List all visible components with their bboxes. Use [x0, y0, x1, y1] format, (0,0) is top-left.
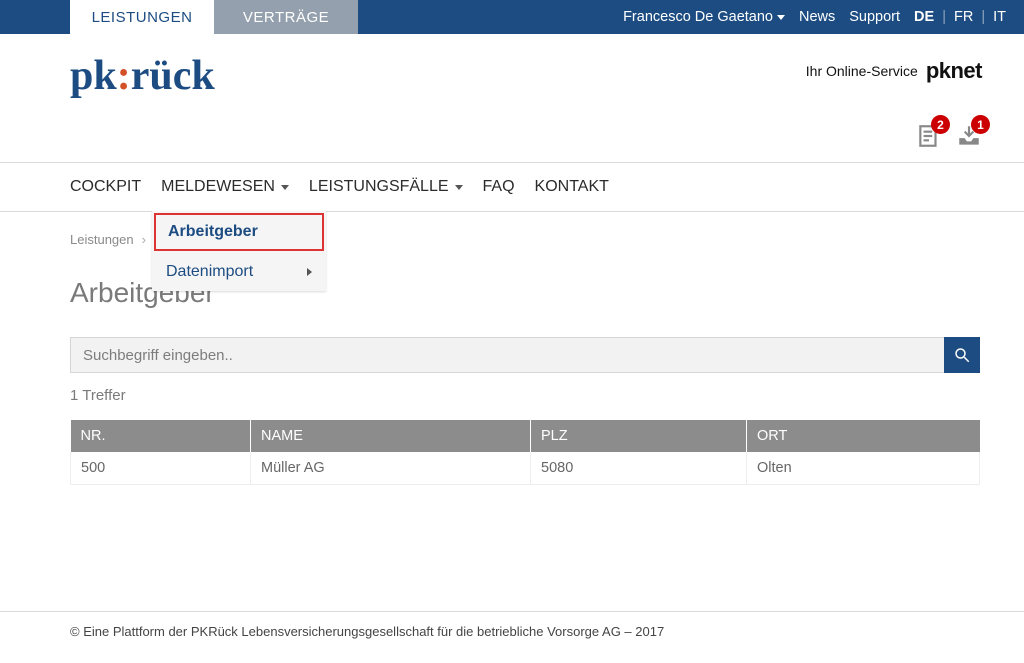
- cell-name: Müller AG: [251, 452, 531, 485]
- dropdown-datenimport[interactable]: Datenimport: [152, 253, 326, 291]
- table-row[interactable]: 500 Müller AG 5080 Olten: [71, 452, 980, 485]
- nav-faq[interactable]: FAQ: [483, 178, 515, 196]
- inbox-button[interactable]: 1: [956, 123, 982, 152]
- top-bar: LEISTUNGEN VERTRÄGE Francesco De Gaetano…: [0, 0, 1024, 34]
- col-header-name[interactable]: NAME: [251, 420, 531, 452]
- tab-vertraege[interactable]: VERTRÄGE: [214, 0, 358, 34]
- chevron-down-icon: [777, 15, 785, 20]
- user-menu[interactable]: Francesco De Gaetano: [623, 9, 785, 25]
- col-header-ort[interactable]: ORT: [747, 420, 980, 452]
- logo: pk:rück: [70, 52, 215, 100]
- tagline: Ihr Online-Service: [806, 63, 918, 79]
- cell-nr: 500: [71, 452, 251, 485]
- dropdown-arbeitgeber[interactable]: Arbeitgeber: [154, 213, 324, 251]
- link-support[interactable]: Support: [849, 9, 900, 25]
- lang-fr[interactable]: FR: [954, 9, 973, 25]
- breadcrumb-root[interactable]: Leistungen: [70, 232, 134, 247]
- search-icon: [953, 346, 971, 364]
- header-strip: pk:rück Ihr Online-Service pknet 2 1: [0, 34, 1024, 162]
- main-nav: COCKPIT MELDEWESEN LEISTUNGSFÄLLE FAQ KO…: [0, 163, 1024, 211]
- chevron-down-icon: [455, 185, 463, 190]
- col-header-nr[interactable]: NR.: [71, 420, 251, 452]
- meldewesen-dropdown: Arbeitgeber Datenimport: [152, 211, 326, 291]
- documents-button[interactable]: 2: [916, 123, 942, 152]
- chevron-down-icon: [281, 185, 289, 190]
- footer: © Eine Plattform der PKRück Lebensversic…: [0, 611, 1024, 639]
- nav-kontakt[interactable]: KONTAKT: [535, 178, 609, 196]
- cell-ort: Olten: [747, 452, 980, 485]
- pknet-logo: pknet: [926, 58, 982, 84]
- lang-de[interactable]: DE: [914, 9, 934, 25]
- cell-plz: 5080: [531, 452, 747, 485]
- nav-leistungsfaelle[interactable]: LEISTUNGSFÄLLE: [309, 178, 463, 196]
- language-switch: DE | FR | IT: [914, 9, 1006, 25]
- result-count: 1 Treffer: [70, 387, 980, 404]
- chevron-right-icon: [307, 268, 312, 276]
- badge-documents: 2: [931, 115, 950, 134]
- tab-leistungen[interactable]: LEISTUNGEN: [70, 0, 214, 34]
- results-table: NR. NAME PLZ ORT 500 Müller AG 5080 Olte…: [70, 420, 980, 485]
- lang-it[interactable]: IT: [993, 9, 1006, 25]
- col-header-plz[interactable]: PLZ: [531, 420, 747, 452]
- nav-meldewesen[interactable]: MELDEWESEN: [161, 178, 289, 196]
- badge-inbox: 1: [971, 115, 990, 134]
- user-name-label: Francesco De Gaetano: [623, 9, 773, 25]
- search-button[interactable]: [944, 337, 980, 373]
- nav-cockpit[interactable]: COCKPIT: [70, 178, 141, 196]
- link-news[interactable]: News: [799, 9, 835, 25]
- search-input[interactable]: [70, 337, 944, 373]
